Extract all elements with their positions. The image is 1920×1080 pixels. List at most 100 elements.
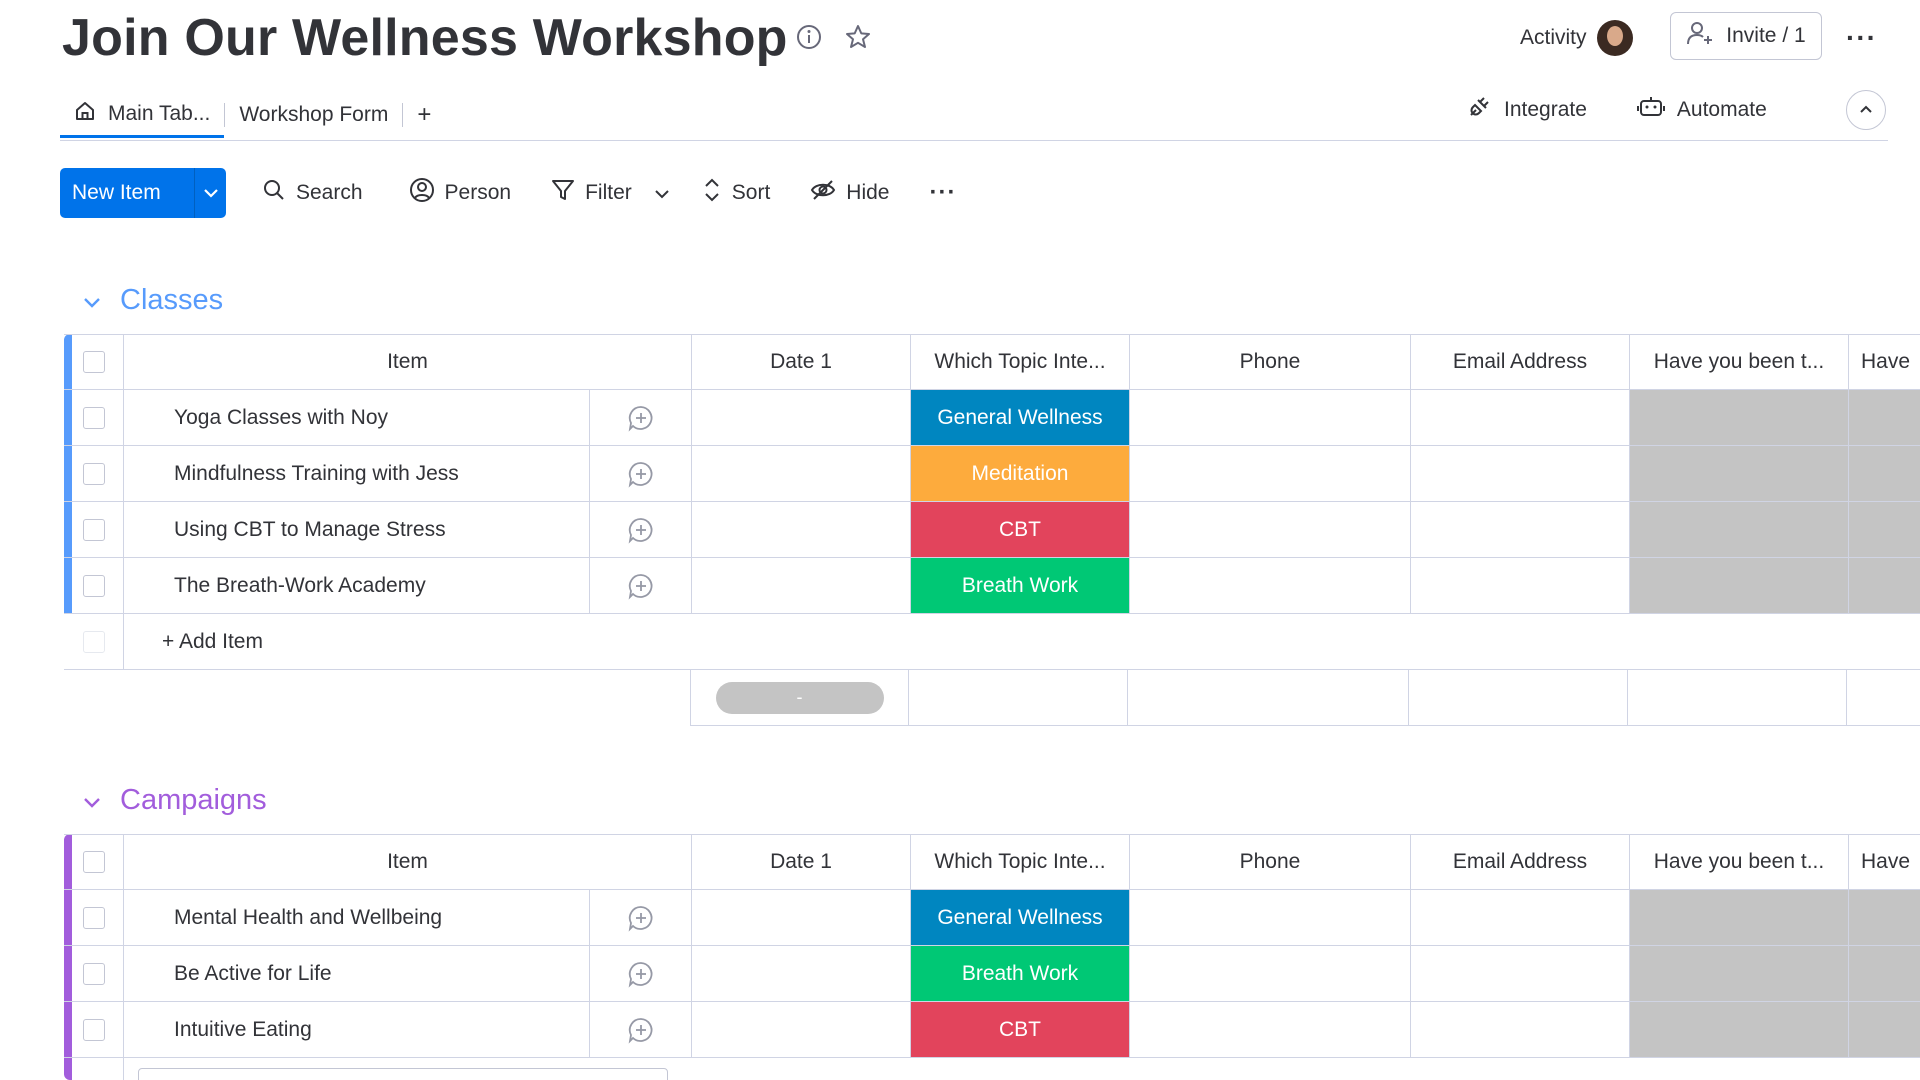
phone-cell[interactable]: [1130, 558, 1411, 614]
item-name[interactable]: The Breath-Work Academy: [124, 558, 590, 614]
date-cell[interactable]: [692, 1002, 911, 1058]
email-cell[interactable]: [1411, 1002, 1630, 1058]
column-header-have[interactable]: Have: [1849, 334, 1920, 390]
have-you-been-cell[interactable]: [1630, 558, 1849, 614]
phone-cell[interactable]: [1130, 1002, 1411, 1058]
column-header-item[interactable]: Item: [124, 834, 692, 890]
table-row[interactable]: The Breath-Work Academy Breath Work: [64, 558, 1920, 614]
email-cell[interactable]: [1411, 446, 1630, 502]
group-header-campaigns[interactable]: Campaigns: [82, 784, 267, 817]
row-checkbox[interactable]: [64, 1002, 124, 1058]
have-you-been-cell[interactable]: [1630, 946, 1849, 1002]
item-name[interactable]: Be Active for Life: [124, 946, 590, 1002]
tab-workshop-form[interactable]: Workshop Form: [225, 92, 402, 138]
have-you-been-cell[interactable]: [1630, 890, 1849, 946]
table-row[interactable]: Mindfulness Training with Jess Meditatio…: [64, 446, 1920, 502]
add-update-icon[interactable]: [590, 946, 692, 1002]
date-summary[interactable]: -: [690, 670, 909, 726]
column-header-have-you-been[interactable]: Have you been t...: [1630, 834, 1849, 890]
topic-status[interactable]: General Wellness: [911, 890, 1130, 946]
email-cell[interactable]: [1411, 890, 1630, 946]
select-all-checkbox[interactable]: [64, 334, 124, 390]
email-cell[interactable]: [1411, 946, 1630, 1002]
email-cell[interactable]: [1411, 502, 1630, 558]
info-icon[interactable]: [794, 22, 824, 52]
add-update-icon[interactable]: [590, 558, 692, 614]
filter-button[interactable]: Filter: [551, 175, 632, 211]
phone-cell[interactable]: [1130, 390, 1411, 446]
new-item-button[interactable]: New Item: [60, 168, 226, 218]
search-button[interactable]: Search: [262, 175, 363, 211]
have-cell[interactable]: [1849, 558, 1920, 614]
add-item-row[interactable]: [64, 1058, 668, 1080]
date-cell[interactable]: [692, 558, 911, 614]
topic-status[interactable]: CBT: [911, 502, 1130, 558]
add-item-input[interactable]: + Add Item: [124, 614, 1920, 670]
email-cell[interactable]: [1411, 558, 1630, 614]
add-update-icon[interactable]: [590, 1002, 692, 1058]
tab-main-table[interactable]: Main Tab...: [60, 92, 225, 138]
add-update-icon[interactable]: [590, 390, 692, 446]
have-cell[interactable]: [1849, 946, 1920, 1002]
table-row[interactable]: Mental Health and Wellbeing General Well…: [64, 890, 1920, 946]
have-cell[interactable]: [1849, 390, 1920, 446]
group-header-classes[interactable]: Classes: [82, 284, 223, 317]
automate-button[interactable]: Automate: [1636, 95, 1767, 125]
topic-status[interactable]: CBT: [911, 1002, 1130, 1058]
topic-status[interactable]: General Wellness: [911, 390, 1130, 446]
row-checkbox[interactable]: [64, 446, 124, 502]
have-cell[interactable]: [1849, 1002, 1920, 1058]
date-cell[interactable]: [692, 390, 911, 446]
row-checkbox[interactable]: [64, 558, 124, 614]
phone-cell[interactable]: [1130, 946, 1411, 1002]
column-header-item[interactable]: Item: [124, 334, 692, 390]
topic-status[interactable]: Breath Work: [911, 558, 1130, 614]
filter-dropdown[interactable]: [654, 175, 670, 211]
column-header-topic[interactable]: Which Topic Inte...: [911, 834, 1130, 890]
row-checkbox[interactable]: [64, 502, 124, 558]
phone-cell[interactable]: [1130, 890, 1411, 946]
topic-status[interactable]: Breath Work: [911, 946, 1130, 1002]
date-cell[interactable]: [692, 946, 911, 1002]
add-item-row[interactable]: + Add Item: [64, 614, 1920, 670]
add-view-button[interactable]: +: [403, 92, 445, 138]
row-checkbox[interactable]: [64, 890, 124, 946]
column-header-have[interactable]: Have: [1849, 834, 1920, 890]
column-header-date[interactable]: Date 1: [692, 834, 911, 890]
row-checkbox[interactable]: [64, 946, 124, 1002]
add-update-icon[interactable]: [590, 446, 692, 502]
add-update-icon[interactable]: [590, 502, 692, 558]
table-row[interactable]: Be Active for Life Breath Work: [64, 946, 1920, 1002]
add-item-input[interactable]: [138, 1068, 668, 1080]
item-name[interactable]: Mindfulness Training with Jess: [124, 446, 590, 502]
phone-cell[interactable]: [1130, 502, 1411, 558]
board-title[interactable]: Join Our Wellness Workshop: [62, 8, 788, 68]
activity-button[interactable]: Activity: [1520, 20, 1633, 56]
add-update-icon[interactable]: [590, 890, 692, 946]
hide-button[interactable]: Hide: [810, 175, 889, 211]
email-cell[interactable]: [1411, 390, 1630, 446]
table-row[interactable]: Intuitive Eating CBT: [64, 1002, 1920, 1058]
column-header-email[interactable]: Email Address: [1411, 334, 1630, 390]
column-header-topic[interactable]: Which Topic Inte...: [911, 334, 1130, 390]
topic-status[interactable]: Meditation: [911, 446, 1130, 502]
row-checkbox[interactable]: [64, 390, 124, 446]
column-header-phone[interactable]: Phone: [1130, 834, 1411, 890]
item-name[interactable]: Mental Health and Wellbeing: [124, 890, 590, 946]
select-all-checkbox[interactable]: [64, 834, 124, 890]
chevron-down-icon[interactable]: [82, 284, 102, 317]
item-name[interactable]: Yoga Classes with Noy: [124, 390, 590, 446]
column-header-email[interactable]: Email Address: [1411, 834, 1630, 890]
have-you-been-cell[interactable]: [1630, 1002, 1849, 1058]
integrate-button[interactable]: Integrate: [1466, 94, 1587, 126]
chevron-down-icon[interactable]: [195, 188, 226, 198]
invite-button[interactable]: Invite / 1: [1670, 12, 1822, 60]
more-toolbar-icon[interactable]: ···: [929, 175, 956, 211]
have-cell[interactable]: [1849, 890, 1920, 946]
column-header-date[interactable]: Date 1: [692, 334, 911, 390]
more-options-icon[interactable]: ···: [1846, 22, 1877, 54]
have-cell[interactable]: [1849, 502, 1920, 558]
sort-button[interactable]: Sort: [702, 175, 770, 211]
date-cell[interactable]: [692, 890, 911, 946]
have-you-been-cell[interactable]: [1630, 502, 1849, 558]
